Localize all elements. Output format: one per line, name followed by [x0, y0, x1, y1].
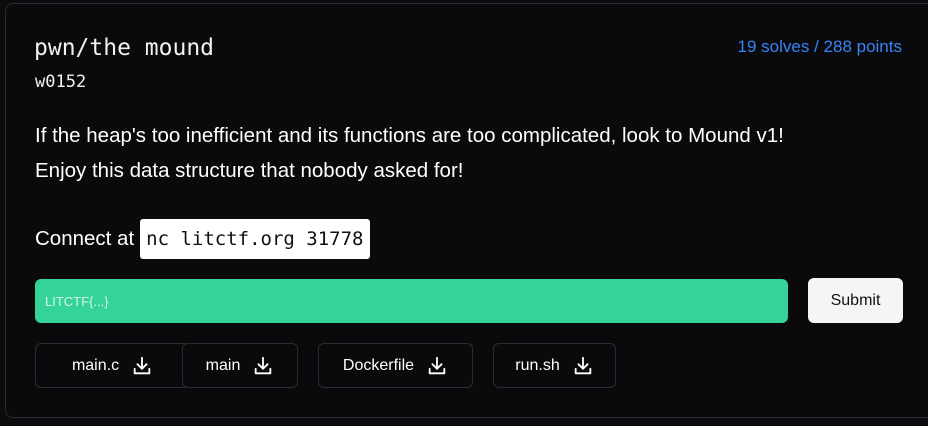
- flag-input[interactable]: [35, 279, 788, 323]
- file-name: run.sh: [515, 356, 560, 374]
- download-icon: [428, 356, 446, 374]
- download-icon: [574, 356, 591, 374]
- file-download-main[interactable]: main: [182, 343, 298, 388]
- download-icon: [255, 356, 272, 374]
- challenge-description: If the heap's too inefficient and its fu…: [35, 118, 895, 188]
- file-download-dockerfile[interactable]: Dockerfile: [318, 343, 473, 388]
- challenge-author: w0152: [35, 72, 87, 92]
- connect-info: Connect at nc litctf.org 31778: [35, 219, 370, 259]
- challenge-title: pwn/the mound: [34, 35, 215, 61]
- file-name: main.c: [71, 356, 120, 374]
- submit-button[interactable]: Submit: [808, 278, 903, 323]
- solves-points: 19 solves / 288 points: [737, 37, 902, 56]
- file-download-run-sh[interactable]: run.sh: [493, 343, 616, 388]
- file-name: main: [205, 356, 241, 374]
- connect-label: Connect at: [35, 227, 135, 250]
- file-download-main-c[interactable]: main.c: [35, 343, 190, 388]
- description-line: If the heap's too inefficient and its fu…: [35, 124, 784, 147]
- connect-command: nc litctf.org 31778: [140, 219, 370, 259]
- download-icon: [133, 356, 151, 374]
- description-line: Enjoy this data structure that nobody as…: [35, 159, 464, 182]
- file-name: Dockerfile: [342, 356, 415, 374]
